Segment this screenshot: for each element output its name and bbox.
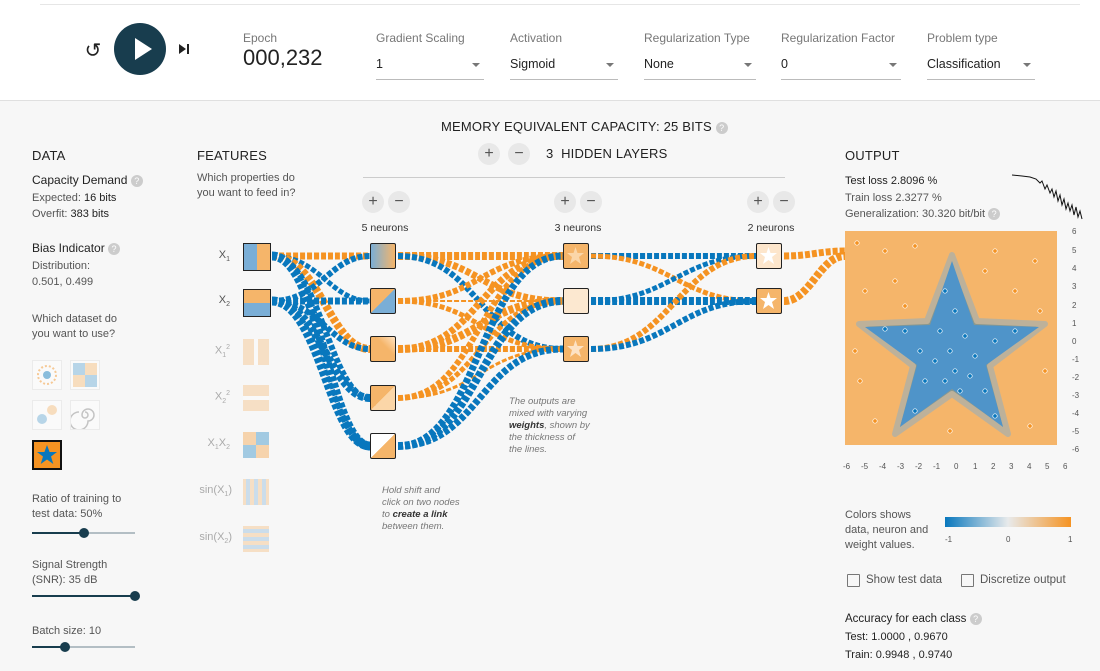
weights-hint-note: The outputs are mixed with varying weights… xyxy=(509,396,590,455)
color-legend-text: Colors shows data, neuron and weight value… xyxy=(845,509,929,551)
link[interactable] xyxy=(590,298,757,352)
regularization-type-select[interactable]: None xyxy=(644,57,756,80)
link-hint-note: Hold shift and click on two nodes to creat… xyxy=(382,485,460,532)
show-test-data-label: Show test data xyxy=(866,574,943,586)
chevron-down-icon xyxy=(472,63,480,67)
output-heatmap xyxy=(845,231,1057,445)
accuracy-test: Test: 1.0000 , 0.9670 xyxy=(845,631,948,643)
neuron-l1-1[interactable] xyxy=(370,243,396,269)
epoch-value: 000,232 xyxy=(243,45,323,70)
neuron-l1-4[interactable] xyxy=(370,385,396,411)
neuron-l1-5[interactable] xyxy=(370,433,396,459)
control-bar: ↺ Epoch 000,232 Gradient Scaling 1 Activ… xyxy=(0,0,1100,101)
train-loss: Train loss 2.3277 % xyxy=(845,192,942,204)
regularization-type-label: Regularization Type xyxy=(644,31,750,45)
play-icon xyxy=(135,38,152,60)
top-divider xyxy=(40,4,1080,5)
help-icon[interactable]: ? xyxy=(988,208,1001,221)
problem-type-label: Problem type xyxy=(927,31,998,45)
link[interactable] xyxy=(783,252,846,305)
gradient-scaling-label: Gradient Scaling xyxy=(376,31,465,45)
activation-label: Activation xyxy=(510,31,563,45)
scale-mid: 0 xyxy=(1006,535,1011,544)
loss-sparkline xyxy=(1012,174,1083,220)
chevron-down-icon xyxy=(889,63,897,67)
neuron-l1-3[interactable] xyxy=(370,336,396,362)
show-test-data-checkbox[interactable] xyxy=(847,574,860,587)
neuron-l1-2[interactable] xyxy=(370,288,396,314)
help-icon[interactable]: ? xyxy=(969,612,982,625)
output-title: OUTPUT xyxy=(845,148,900,163)
neuron-l2-1[interactable] xyxy=(563,243,589,269)
neuron-l2-2[interactable] xyxy=(563,288,589,314)
accuracy-train: Train: 0.9948 , 0.9740 xyxy=(845,649,953,661)
accuracy-title: Accuracy for each class ? xyxy=(845,612,982,627)
regularization-factor-label: Regularization Factor xyxy=(781,31,896,45)
discretize-output-checkbox[interactable] xyxy=(961,574,974,587)
generalization: Generalization: 30.320 bit/bit ? xyxy=(845,207,1001,222)
step-icon xyxy=(179,44,186,54)
regularization-factor-select[interactable]: 0 xyxy=(781,57,901,80)
neuron-l3-1[interactable] xyxy=(756,243,782,269)
main-panel: MEMORY EQUIVALENT CAPACITY: 25 BITS ? DA… xyxy=(0,101,1100,671)
color-scale-bar xyxy=(945,517,1071,527)
epoch-label: Epoch xyxy=(243,31,278,45)
activation-select[interactable]: Sigmoid xyxy=(510,57,618,80)
scale-max: 1 xyxy=(1068,535,1073,544)
play-button[interactable] xyxy=(114,23,166,75)
chevron-down-icon xyxy=(1023,63,1031,67)
chevron-down-icon xyxy=(744,63,752,67)
neuron-l3-2[interactable] xyxy=(756,288,782,314)
discretize-output-label: Discretize output xyxy=(980,574,1066,586)
scale-min: -1 xyxy=(945,535,953,544)
gradient-scaling-select[interactable]: 1 xyxy=(376,57,484,80)
chevron-down-icon xyxy=(606,63,614,67)
problem-type-select[interactable]: Classification xyxy=(927,57,1035,80)
neuron-l2-3[interactable] xyxy=(563,336,589,362)
test-loss: Test loss 2.8096 % xyxy=(845,175,938,187)
reset-icon[interactable]: ↺ xyxy=(82,40,104,62)
step-button[interactable] xyxy=(178,39,192,59)
